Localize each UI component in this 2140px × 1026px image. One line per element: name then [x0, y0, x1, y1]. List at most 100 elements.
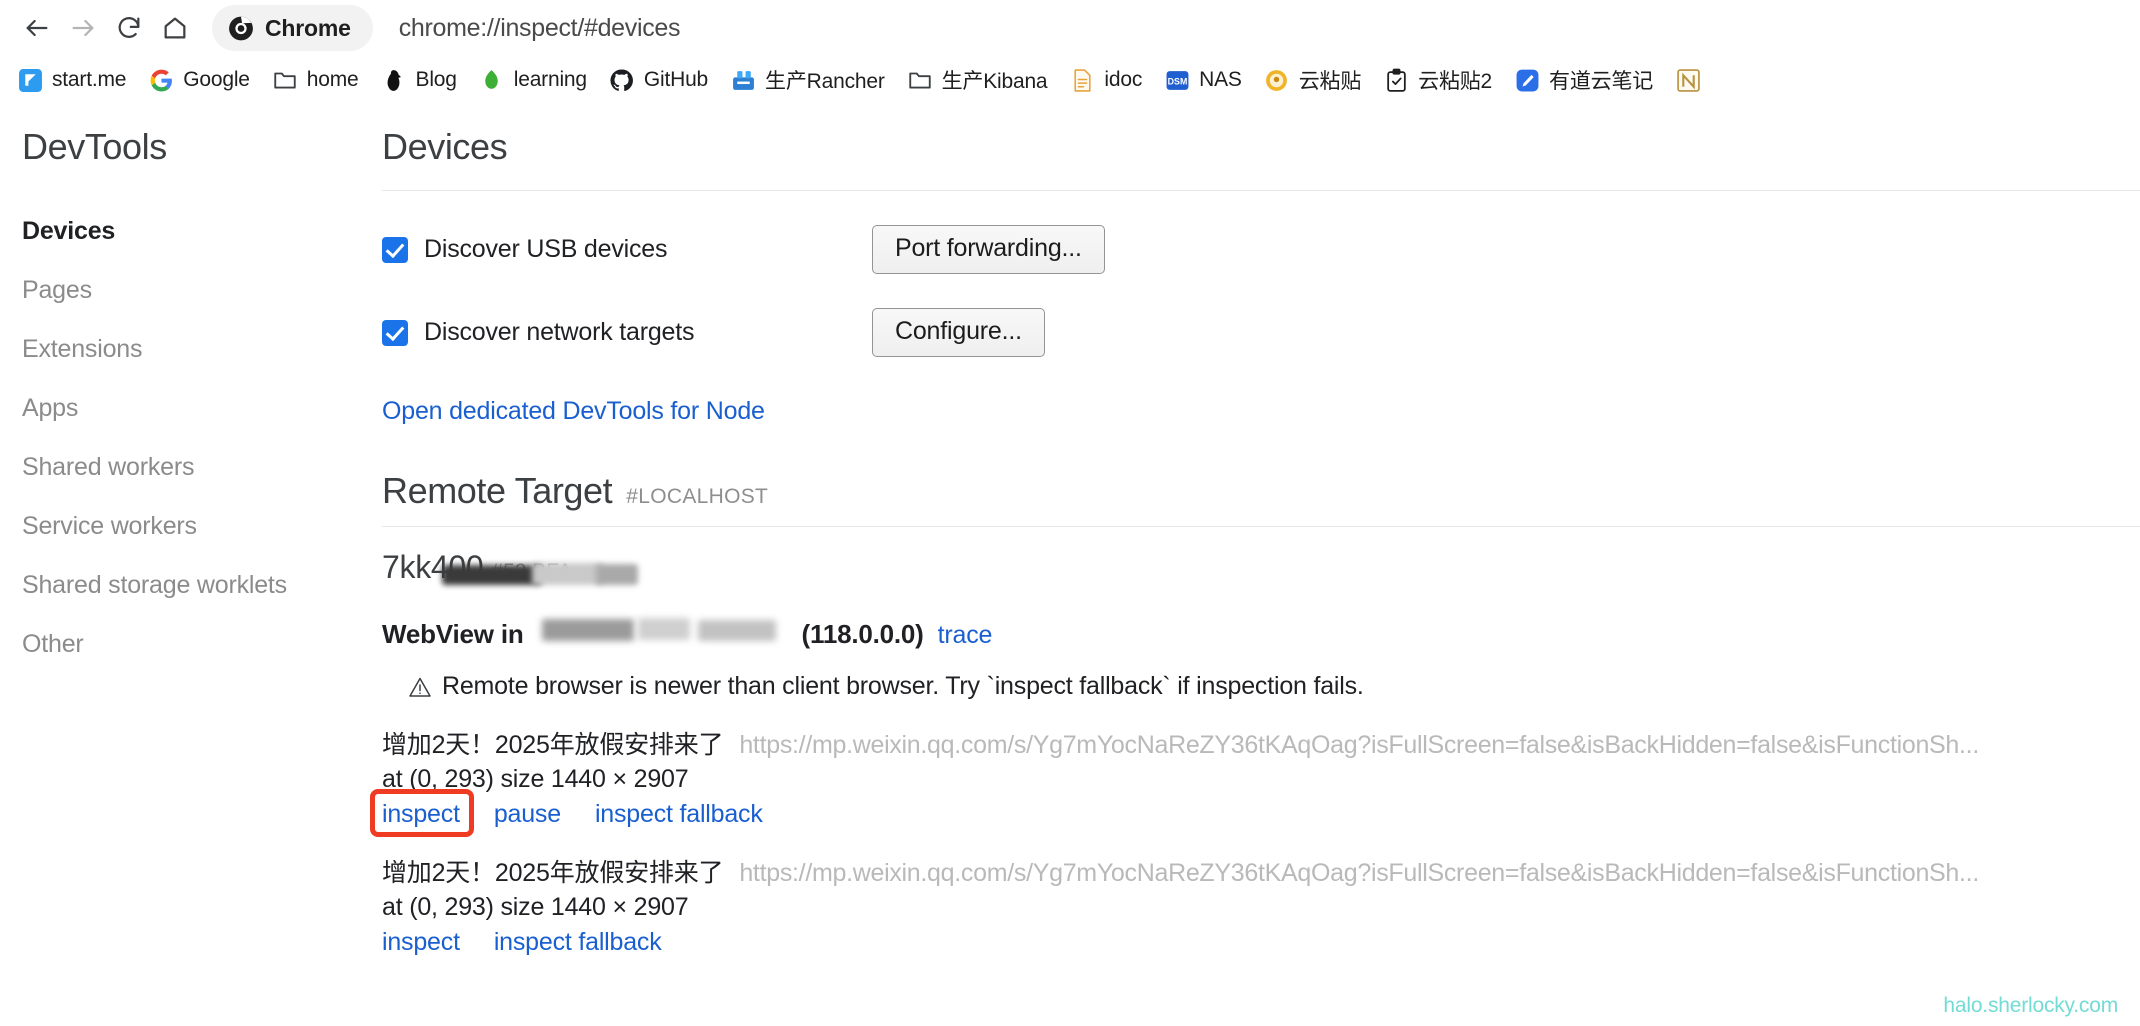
bookmark-label: 生产Kibana: [941, 70, 1048, 93]
bookmark-label: home: [306, 68, 359, 91]
pause-link[interactable]: pause: [494, 800, 561, 829]
bookmark-label: 云粘贴: [1298, 70, 1362, 93]
document-icon: [1069, 67, 1095, 93]
sidebar-item-shared-workers[interactable]: Shared workers: [22, 444, 372, 491]
devtools-main-panel: Devices Discover USB devices Port forwar…: [370, 104, 2140, 1026]
google-g-icon: [148, 67, 174, 93]
tab-title: Chrome: [265, 14, 351, 41]
redaction-block: [541, 619, 634, 641]
bookmark-label: NAS: [1199, 68, 1242, 91]
bookmark-rancher[interactable]: 生产Rancher: [719, 60, 896, 100]
discover-usb-devices-checkbox[interactable]: [382, 236, 408, 263]
folder-icon: [272, 67, 298, 93]
discover-usb-devices-checkbox-group[interactable]: Discover USB devices: [382, 235, 872, 264]
sidebar-item-devices[interactable]: Devices: [22, 208, 372, 255]
inspect-fallback-link[interactable]: inspect fallback: [595, 800, 763, 829]
note-n-icon: [1675, 67, 1701, 93]
bookmark-nas[interactable]: DSM NAS: [1153, 62, 1253, 98]
inspect-link[interactable]: inspect: [382, 800, 460, 829]
trace-link[interactable]: trace: [938, 621, 993, 650]
home-button[interactable]: [152, 5, 198, 51]
inspect-link[interactable]: inspect: [382, 928, 460, 957]
warning-triangle-icon: [408, 676, 432, 698]
target-title: 增加2天！2025年放假安排来了: [382, 731, 724, 759]
back-button[interactable]: [14, 5, 60, 51]
target-actions: inspect pause inspect fallback: [370, 789, 2140, 837]
reload-button[interactable]: [106, 5, 152, 51]
discover-usb-devices-label: Discover USB devices: [424, 235, 668, 263]
bookmark-kibana-folder[interactable]: 生产Kibana: [896, 60, 1059, 100]
discover-network-targets-label: Discover network targets: [424, 318, 695, 346]
bookmark-youdao-note[interactable]: 有道云笔记: [1503, 60, 1664, 100]
sidebar-item-label: Service workers: [22, 512, 197, 540]
discover-network-targets-checkbox[interactable]: [382, 319, 408, 346]
bookmark-learning[interactable]: learning: [468, 62, 598, 98]
target-header: 增加2天！2025年放假安排来了 https://mp.weixin.qq.co…: [382, 853, 2140, 889]
inspect-page: DevTools Devices Pages Extensions Apps S…: [0, 104, 2140, 1026]
discover-usb-row: Discover USB devices Port forwarding...: [382, 225, 2140, 274]
sidebar-item-label: Other: [22, 630, 84, 658]
redaction-block: [442, 565, 542, 585]
sidebar-item-service-workers[interactable]: Service workers: [22, 503, 372, 550]
bookmark-overflow[interactable]: [1664, 62, 1721, 98]
startme-icon: [17, 67, 43, 93]
bookmark-github[interactable]: GitHub: [598, 62, 719, 98]
discover-network-row: Discover network targets Configure...: [382, 308, 2140, 357]
discover-network-targets-checkbox-group[interactable]: Discover network targets: [382, 318, 872, 347]
bookmark-label: learning: [513, 68, 587, 91]
bookmark-label: Google: [183, 68, 250, 91]
bookmark-start-me[interactable]: start.me: [6, 62, 137, 98]
sidebar-item-label: Apps: [22, 394, 79, 422]
port-forwarding-button[interactable]: Port forwarding...: [872, 225, 1105, 274]
bookmark-label: 生产Rancher: [765, 70, 885, 93]
open-dedicated-devtools-for-node-link[interactable]: Open dedicated DevTools for Node: [382, 397, 765, 425]
target-entry: 增加2天！2025年放假安排来了 https://mp.weixin.qq.co…: [370, 725, 2140, 837]
sidebar-item-extensions[interactable]: Extensions: [22, 326, 372, 373]
bookmark-home-folder[interactable]: home: [261, 62, 370, 98]
arrow-left-icon: [23, 14, 51, 42]
inspect-fallback-link[interactable]: inspect fallback: [494, 928, 662, 957]
forward-button[interactable]: [60, 5, 106, 51]
home-icon: [161, 14, 189, 42]
bookmark-blog[interactable]: Blog: [370, 62, 468, 98]
redaction-block: [697, 620, 776, 641]
version-warning-text: Remote browser is newer than client brow…: [442, 672, 1364, 700]
sidebar-item-shared-storage-worklets[interactable]: Shared storage worklets: [22, 562, 372, 609]
bookmark-yunzhantie[interactable]: 云粘贴: [1253, 60, 1372, 100]
target-meta: at (0, 293) size 1440 × 2907: [382, 765, 689, 793]
omnibox-url[interactable]: chrome://inspect/#devices: [399, 14, 681, 43]
sidebar-item-label: Shared workers: [22, 453, 195, 481]
sidebar-item-other[interactable]: Other: [22, 621, 372, 668]
bookmark-yunzhantie2[interactable]: 云粘贴2: [1372, 60, 1503, 100]
youdao-note-icon: [1514, 67, 1540, 93]
sidebar-item-label: Devices: [22, 217, 116, 245]
bookmark-label: GitHub: [643, 68, 709, 91]
remote-target-title: Remote Target: [382, 470, 613, 511]
redaction-group: [538, 615, 788, 643]
bookmark-google[interactable]: Google: [137, 62, 261, 98]
devtools-sidebar: DevTools Devices Pages Extensions Apps S…: [0, 104, 372, 1026]
github-icon: [609, 67, 635, 93]
arrow-right-icon: [69, 14, 97, 42]
target-actions: inspect inspect fallback: [382, 928, 2140, 957]
rancher-icon: [730, 67, 756, 93]
devtools-brand: DevTools: [22, 126, 167, 167]
sidebar-item-pages[interactable]: Pages: [22, 267, 372, 314]
page-title: Devices: [382, 126, 508, 167]
bookmark-label: 云粘贴2: [1418, 70, 1493, 93]
active-tab[interactable]: Chrome: [212, 5, 373, 51]
sidebar-item-apps[interactable]: Apps: [22, 385, 372, 432]
redaction-block: [596, 564, 638, 585]
blog-icon: [381, 67, 407, 93]
divider: [382, 190, 2140, 191]
redaction-block: [637, 618, 690, 640]
remote-target-header: Remote Target #LOCALHOST: [382, 470, 2140, 512]
target-title: 增加2天！2025年放假安排来了: [382, 859, 724, 887]
watermark: halo.sherlocky.com: [1943, 994, 2118, 1017]
configure-button[interactable]: Configure...: [872, 308, 1045, 357]
target-entry: 增加2天！2025年放假安排来了 https://mp.weixin.qq.co…: [382, 853, 2140, 957]
bookmark-idoc[interactable]: idoc: [1058, 62, 1153, 98]
device-name-row: 7kk400 #52 BFA: [382, 549, 2140, 589]
dsm-icon: DSM: [1164, 67, 1190, 93]
target-url: https://mp.weixin.qq.com/s/Yg7mYocNaReZY…: [739, 859, 1979, 887]
